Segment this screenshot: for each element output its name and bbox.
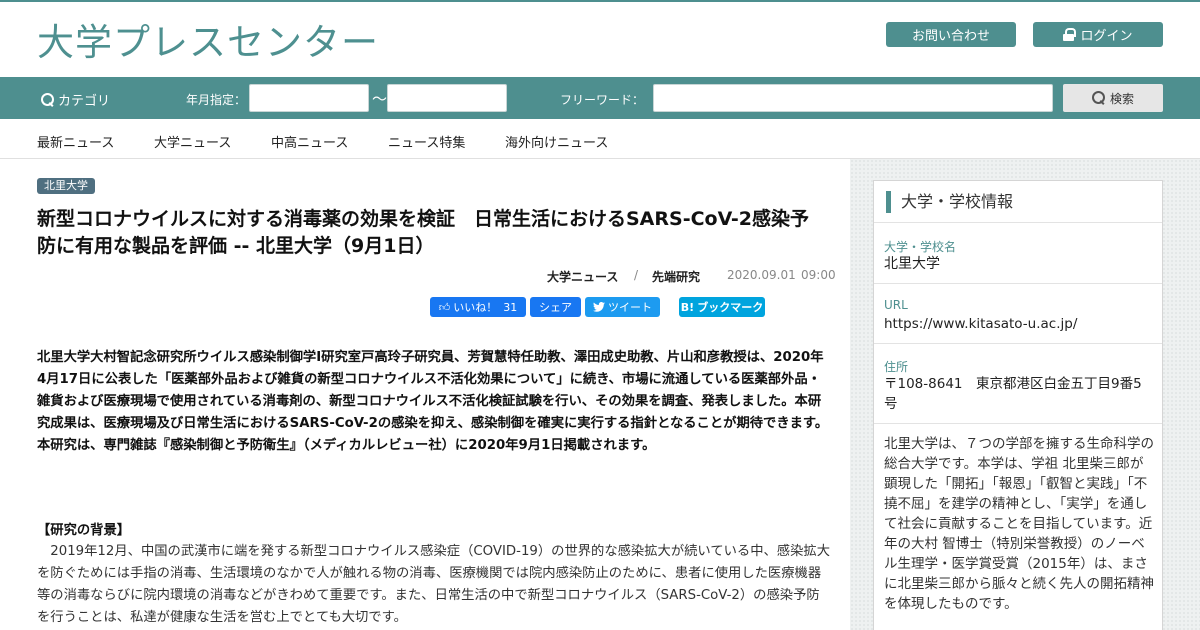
university-description: 北里大学は、７つの学部を擁する生命科学の総合大学です。本学は、学祖 北里柴三郎が… (884, 436, 1154, 612)
school-name-value: 北里大学 (884, 256, 940, 272)
login-button-label: ログイン (1080, 29, 1133, 44)
hatena-label: ブックマーク (697, 301, 764, 314)
search-button-label: 検索 (1109, 91, 1134, 106)
login-button[interactable]: ログイン (1033, 22, 1163, 47)
url-key: URL (884, 298, 908, 312)
like-label: いいね！ (453, 301, 498, 314)
article-lead: 北里大学大村智記念研究所ウイルス感染制御学Ⅰ研究室戸高玲子研究員、芳賀慧特任助教… (37, 350, 829, 453)
tweet-label: ツイート (608, 301, 652, 314)
address-value: 〒108-8641 東京都港区白金五丁目9番5号 (884, 376, 1142, 412)
hatena-bookmark-button[interactable]: B! ブックマーク (679, 297, 765, 317)
category-button[interactable]: カテゴリ (41, 90, 110, 109)
top-accent-line (0, 0, 1200, 2)
search-bar: カテゴリ 年月指定： 〜 フリーワード： 検索 (0, 77, 1200, 119)
university-info-box: 大学・学校情報 大学・学校名 北里大学 URL https://www.kita… (873, 180, 1163, 630)
search-icon (41, 92, 55, 107)
search-icon (1091, 91, 1106, 105)
contact-button-label: お問い合わせ (911, 29, 990, 44)
thumbs-up-icon: 👍︎ (438, 300, 451, 314)
university-badge[interactable]: 北里大学 (37, 178, 95, 194)
article-date: 2020.09.01 (727, 268, 796, 282)
main-nav: 最新ニュース 大学ニュース 中高ニュース ニュース特集 海外向けニュース (0, 119, 1200, 159)
site-logo[interactable]: 大学プレスセンター (37, 12, 379, 66)
like-count: 31 (503, 300, 518, 314)
article-subcategory-link[interactable]: 先端研究 (652, 268, 700, 285)
tweet-button[interactable]: ツイート (585, 297, 660, 317)
article-category-link[interactable]: 大学ニュース (547, 268, 618, 285)
category-label: カテゴリ (58, 94, 111, 109)
date-to-input[interactable] (387, 84, 507, 112)
article-main: 北里大学 新型コロナウイルスに対する消毒薬の効果を検証 日常生活におけるSARS… (0, 159, 850, 630)
facebook-like-button[interactable]: 👍︎ いいね！ 31 (430, 297, 526, 317)
nav-item-university[interactable]: 大学ニュース (154, 132, 231, 151)
freeword-label: フリーワード： (560, 93, 645, 107)
nav-item-international[interactable]: 海外向けニュース (505, 132, 608, 151)
contact-button[interactable]: お問い合わせ (886, 22, 1016, 47)
hatena-icon: B! (680, 300, 695, 314)
divider (874, 343, 1162, 344)
divider (874, 283, 1162, 284)
nav-item-highschool[interactable]: 中高ニュース (271, 132, 348, 151)
date-label: 年月指定： (186, 93, 247, 107)
address-key: 住所 (884, 360, 909, 374)
url-link[interactable]: https://www.kitasato-u.ac.jp/ (884, 314, 1154, 334)
twitter-bird-icon (593, 302, 605, 312)
date-from-input[interactable] (249, 84, 369, 112)
article-body: 2019年12月、中国の武漢市に端を発する新型コロナウイルス感染症（COVID-… (37, 544, 830, 625)
article-title: 新型コロナウイルスに対する消毒薬の効果を検証 日常生活におけるSARS-CoV-… (37, 208, 810, 257)
meta-separator: / (634, 268, 639, 282)
lock-icon (1063, 28, 1077, 41)
section-heading: 【研究の背景】 (37, 523, 131, 538)
divider (874, 222, 1162, 223)
article-time: 09:00 (801, 268, 836, 282)
nav-item-features[interactable]: ニュース特集 (388, 132, 465, 151)
freeword-input[interactable] (653, 84, 1053, 112)
facebook-share-button[interactable]: シェア (530, 297, 581, 317)
search-button[interactable]: 検索 (1063, 84, 1163, 112)
share-label: シェア (539, 301, 572, 314)
school-name-key: 大学・学校名 (884, 240, 957, 254)
nav-item-latest[interactable]: 最新ニュース (37, 132, 114, 151)
date-range-tilde: 〜 (372, 90, 388, 108)
sidebar-heading: 大学・学校情報 (886, 191, 1013, 213)
divider (874, 423, 1162, 424)
